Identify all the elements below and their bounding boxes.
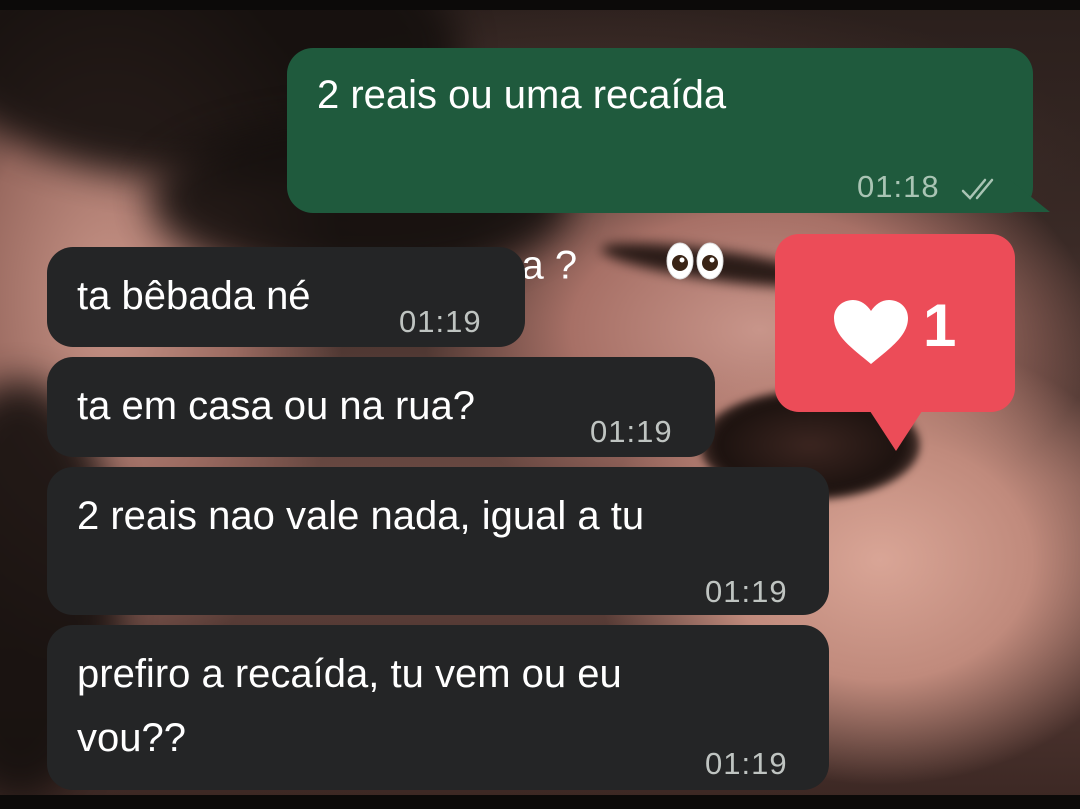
double-check-read-icon bbox=[959, 162, 1005, 220]
bottom-edge bbox=[0, 795, 1080, 809]
incoming-message-bubble[interactable]: prefiro a recaída, tu vem ou eu vou?? 01… bbox=[47, 625, 829, 790]
message-text-line: vou?? bbox=[77, 716, 186, 760]
message-text-line: 2 reais ou uma recaída bbox=[317, 73, 727, 117]
like-count: 1 bbox=[923, 292, 957, 359]
notification-tail bbox=[866, 405, 926, 451]
message-text-line: prefiro a recaída, tu vem ou eu bbox=[77, 652, 622, 696]
message-timestamp: 01:19 bbox=[590, 414, 673, 449]
outgoing-message-bubble[interactable]: 2 reais ou uma recaída misteriosa ? 01:1… bbox=[287, 48, 1033, 288]
like-notification-badge: 1 bbox=[775, 234, 1015, 412]
message-text: ta em casa ou na rua? bbox=[77, 384, 476, 428]
top-edge bbox=[0, 0, 1080, 10]
incoming-message-bubble[interactable]: 2 reais nao vale nada, igual a tu 01:19 bbox=[47, 467, 829, 615]
message-text: ta bêbada né bbox=[77, 274, 311, 318]
message-text: 2 reais nao vale nada, igual a tu bbox=[77, 494, 645, 538]
outgoing-bubble-tail bbox=[1010, 180, 1050, 212]
heart-icon bbox=[832, 298, 910, 371]
eyes-emoji-icon bbox=[598, 181, 725, 355]
message-timestamp: 01:19 bbox=[399, 304, 482, 339]
message-timestamp: 01:19 bbox=[705, 574, 788, 609]
incoming-message-bubble[interactable]: ta em casa ou na rua? 01:19 bbox=[47, 357, 715, 457]
message-timestamp: 01:19 bbox=[705, 746, 788, 781]
incoming-message-bubble[interactable]: ta bêbada né 01:19 bbox=[47, 247, 525, 347]
message-timestamp: 01:18 bbox=[857, 169, 940, 204]
